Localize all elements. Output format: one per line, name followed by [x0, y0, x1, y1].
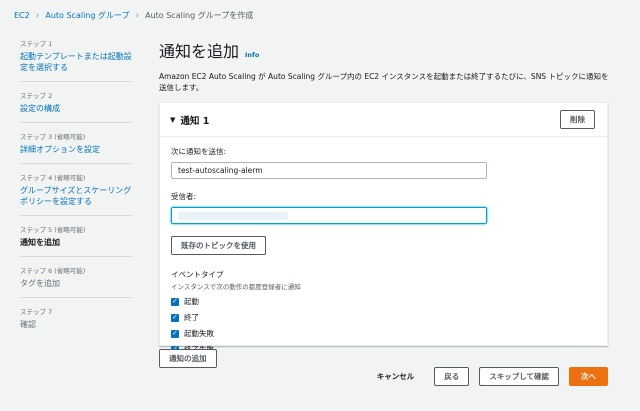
wizard-step-6: ステップ 6 (省略可能) タグを追加 [20, 265, 132, 298]
checkbox-label: 終了 [184, 313, 199, 322]
send-to-input[interactable]: test-autoscaling-alerm [171, 162, 487, 179]
step-label: ステップ 3 (省略可能) [20, 133, 86, 141]
page-title: 通知を追加 [159, 42, 240, 61]
notification-panel: ▼ 通知 1 削除 次に通知を送信: test-autoscaling-aler… [159, 102, 608, 354]
skip-to-review-button[interactable]: スキップして確認 [479, 367, 559, 386]
event-type-title: イベントタイプ [171, 270, 224, 279]
step-label: ステップ 6 (省略可能) [20, 267, 86, 275]
event-checkbox-terminate-fail[interactable]: ✓ 終了失敗 [171, 344, 596, 355]
use-existing-topic-button[interactable]: 既存のトピックを使用 [171, 236, 266, 255]
checkbox-label: 起動失敗 [184, 329, 214, 338]
info-link[interactable]: Info [245, 51, 259, 59]
wizard-step-4: ステップ 4 (省略可能) グループサイズとスケーリングポリシーを設定する [20, 172, 132, 216]
recipients-label: 受信者: [171, 192, 197, 201]
checkbox-checked-icon[interactable]: ✓ [171, 313, 179, 322]
event-type-description: インスタンスで次の動作の都度登録者に通知 [171, 283, 301, 291]
chevron-right-icon: › [135, 10, 140, 21]
wizard-step-7: ステップ 7 確認 [20, 306, 132, 338]
breadcrumb-asg-link[interactable]: Auto Scaling グループ [45, 10, 129, 21]
page-description: Amazon EC2 Auto Scaling が Auto Scaling グ… [159, 72, 609, 92]
caret-down-icon: ▼ [170, 115, 176, 124]
cancel-button[interactable]: キャンセル [377, 371, 415, 382]
send-to-label: 次に通知を送信: [171, 147, 227, 156]
notification-toggle[interactable]: ▼ 通知 1 [170, 113, 209, 127]
next-button[interactable]: 次へ [569, 367, 608, 386]
breadcrumb-ec2-link[interactable]: EC2 [14, 11, 30, 20]
wizard-steps: ステップ 1 起動テンプレートまたは起動設定を選択する ステップ 2 設定の構成… [20, 38, 132, 346]
step-label: ステップ 7 [20, 308, 53, 316]
send-to-value: test-autoscaling-alerm [178, 166, 263, 175]
wizard-step-2: ステップ 2 設定の構成 [20, 90, 132, 123]
step-label: ステップ 1 [20, 40, 53, 48]
notification-title: 通知 1 [180, 115, 210, 127]
event-checkbox-launch-fail[interactable]: ✓ 起動失敗 [171, 328, 596, 339]
wizard-step-1: ステップ 1 起動テンプレートまたは起動設定を選択する [20, 38, 132, 82]
delete-button[interactable]: 削除 [560, 110, 595, 129]
checkbox-label: 起動 [184, 297, 199, 306]
chevron-right-icon: › [35, 10, 40, 21]
main-content: 通知を追加 Info Amazon EC2 Auto Scaling が Aut… [159, 38, 611, 354]
step-label: ステップ 5 (省略可能) [20, 226, 86, 234]
step-link-launch-template[interactable]: 起動テンプレートまたは起動設定を選択する [20, 51, 132, 73]
notification-panel-header: ▼ 通知 1 削除 [160, 103, 607, 137]
step-review: 確認 [20, 320, 36, 329]
recipients-input[interactable] [171, 207, 487, 224]
back-button[interactable]: 戻る [434, 367, 470, 386]
breadcrumb-current: Auto Scaling グループを作成 [145, 11, 254, 20]
event-checkbox-terminate[interactable]: ✓ 終了 [171, 312, 596, 323]
checkbox-checked-icon[interactable]: ✓ [171, 297, 179, 306]
wizard-step-3: ステップ 3 (省略可能) 詳細オプションを設定 [20, 131, 132, 164]
step-link-group-size[interactable]: グループサイズとスケーリングポリシーを設定する [20, 185, 132, 207]
page-title-row: 通知を追加 Info [159, 38, 611, 62]
step-link-advanced-options[interactable]: 詳細オプションを設定 [20, 144, 132, 155]
breadcrumb: EC2 › Auto Scaling グループ › Auto Scaling グ… [14, 10, 253, 21]
step-label: ステップ 2 [20, 92, 53, 100]
checkbox-checked-icon[interactable]: ✓ [171, 329, 179, 338]
step-link-configure-settings[interactable]: 設定の構成 [20, 103, 132, 114]
wizard-step-5: ステップ 5 (省略可能) 通知を追加 [20, 224, 132, 257]
redacted-value [178, 211, 288, 220]
event-checkbox-launch[interactable]: ✓ 起動 [171, 296, 596, 307]
wizard-footer: キャンセル 戻る スキップして確認 次へ [377, 367, 608, 386]
add-notification-button[interactable]: 通知の追加 [159, 349, 217, 368]
notification-panel-body: 次に通知を送信: test-autoscaling-alerm 受信者: 既存の… [160, 137, 607, 364]
step-tags: タグを追加 [20, 279, 60, 288]
step-current-notifications: 通知を追加 [20, 238, 60, 247]
step-label: ステップ 4 (省略可能) [20, 174, 86, 182]
